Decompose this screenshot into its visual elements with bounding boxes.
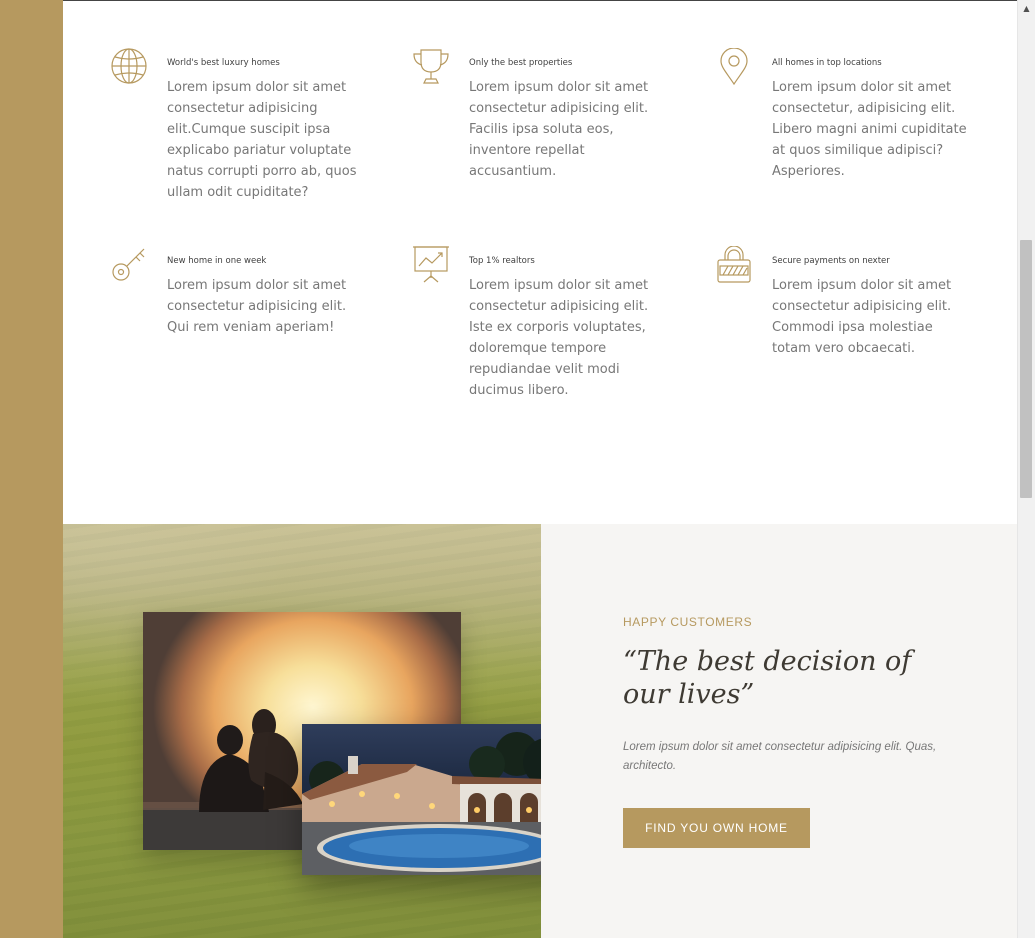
scrollbar-thumb[interactable] bbox=[1020, 240, 1032, 498]
find-home-button[interactable]: FIND YOU OWN HOME bbox=[623, 808, 810, 848]
globe-icon bbox=[111, 48, 151, 88]
feature-title: New home in one week bbox=[167, 256, 267, 266]
section-eyebrow: HAPPY CUSTOMERS bbox=[623, 615, 753, 629]
testimonial-quote: “The best decision of our lives” bbox=[623, 646, 912, 710]
feature-text: Lorem ipsum dolor sit amet consectetur a… bbox=[772, 278, 952, 356]
feature-title: Top 1% realtors bbox=[469, 256, 535, 266]
feature-title: Only the best properties bbox=[469, 58, 573, 68]
feature-title: All homes in top locations bbox=[772, 58, 882, 68]
vertical-scrollbar[interactable]: ▲ bbox=[1017, 0, 1035, 938]
feature-text: Lorem ipsum dolor sit amet consectetur a… bbox=[167, 80, 357, 200]
key-icon bbox=[111, 246, 151, 286]
sidebar bbox=[0, 0, 63, 938]
testimonial-panel bbox=[541, 524, 1017, 938]
lock-icon bbox=[716, 245, 756, 286]
top-border bbox=[0, 0, 1035, 1]
feature-title: Secure payments on nexter bbox=[772, 256, 890, 266]
house-pool-photo bbox=[302, 724, 576, 875]
map-pin-icon bbox=[716, 47, 756, 88]
presentation-chart-icon bbox=[413, 246, 453, 286]
testimonial-text: Lorem ipsum dolor sit amet consectetur a… bbox=[623, 741, 937, 772]
feature-text: Lorem ipsum dolor sit amet consectetur a… bbox=[469, 80, 649, 179]
scroll-up-arrow-icon[interactable]: ▲ bbox=[1018, 0, 1035, 17]
feature-title: World's best luxury homes bbox=[167, 58, 280, 68]
feature-text: Lorem ipsum dolor sit amet consectetur a… bbox=[469, 278, 649, 398]
feature-text: Lorem ipsum dolor sit amet consectetur, … bbox=[772, 80, 967, 179]
trophy-icon bbox=[413, 48, 453, 88]
feature-text: Lorem ipsum dolor sit amet consectetur a… bbox=[167, 278, 347, 335]
